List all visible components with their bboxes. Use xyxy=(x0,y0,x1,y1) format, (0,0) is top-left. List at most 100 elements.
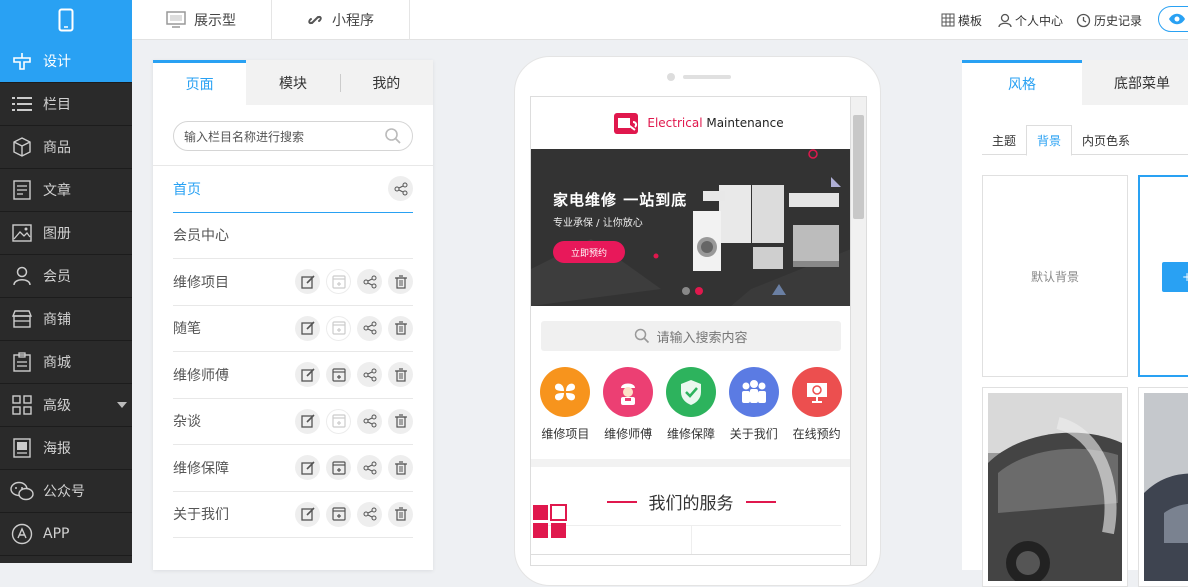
subtab-inner-colors[interactable]: 内页色系 xyxy=(1072,125,1140,155)
quick-nav-item[interactable]: 维修项目 xyxy=(534,367,596,442)
share-icon[interactable] xyxy=(357,408,382,434)
trash-icon[interactable] xyxy=(388,408,413,434)
scroll-thumb[interactable] xyxy=(853,115,864,219)
toolbox-logo-icon xyxy=(613,110,639,136)
copy-icon[interactable] xyxy=(326,315,351,341)
sidebar-item-article[interactable]: 文章 xyxy=(0,169,132,212)
preview-button[interactable] xyxy=(1158,6,1188,32)
page-search-placeholder: 输入栏目名称进行搜索 xyxy=(184,129,305,144)
sidebar-item-app[interactable]: APP xyxy=(0,513,132,556)
trash-icon[interactable] xyxy=(388,455,413,481)
quick-nav-item[interactable]: 维修保障 xyxy=(660,367,722,442)
copy-icon[interactable] xyxy=(326,269,351,295)
tab-mine[interactable]: 我的 xyxy=(339,60,433,105)
share-icon[interactable] xyxy=(357,315,382,341)
quick-nav-item[interactable]: 维修师傅 xyxy=(597,367,659,442)
quick-nav-item[interactable]: 在线预约 xyxy=(786,367,848,442)
sidebar-item-label: 商铺 xyxy=(43,312,71,328)
quick-nav-label: 维修项目 xyxy=(541,427,590,441)
page-list: 首页 会员中心 维修项目 随笔 维修师傅 杂谈 维修保障 关于我们 xyxy=(153,166,433,538)
page-row[interactable]: 杂谈 xyxy=(173,399,413,445)
page-row[interactable]: 首页 xyxy=(173,166,413,213)
preview-scrollbar[interactable] xyxy=(850,97,866,565)
sidebar-item-image[interactable]: 图册 xyxy=(0,212,132,255)
add-background-label: + xyxy=(1182,270,1188,284)
title-line-left xyxy=(606,500,637,503)
edit-icon[interactable] xyxy=(295,315,320,341)
sidebar-item-box[interactable]: 商品 xyxy=(0,126,132,169)
custom-background-option[interactable]: + xyxy=(1138,175,1188,377)
edit-icon[interactable] xyxy=(295,501,320,527)
sidebar-item-advanced[interactable]: 高级 xyxy=(0,384,132,427)
page-row[interactable]: 维修保障 xyxy=(173,445,413,492)
share-icon[interactable] xyxy=(357,501,382,527)
trash-icon[interactable] xyxy=(388,315,413,341)
sidebar-item-list[interactable]: 栏目 xyxy=(0,83,132,126)
subtab-theme[interactable]: 主题 xyxy=(982,125,1026,155)
tab-mini-program[interactable]: 小程序 xyxy=(272,0,410,40)
quick-nav-item[interactable]: 关于我们 xyxy=(723,367,785,442)
grid-widget-icon[interactable] xyxy=(532,504,568,540)
copy-icon[interactable] xyxy=(326,501,351,527)
page-row[interactable]: 随笔 xyxy=(173,306,413,352)
phone-tab-bar[interactable] xyxy=(531,554,851,565)
trash-icon[interactable] xyxy=(388,362,413,388)
tab-pages[interactable]: 页面 xyxy=(153,60,247,105)
sidebar-item-shop[interactable]: 商铺 xyxy=(0,298,132,341)
default-background-option[interactable]: 默认背景 xyxy=(982,175,1128,377)
site-search-placeholder: 请输入搜索内容 xyxy=(656,330,748,346)
share-icon[interactable] xyxy=(357,362,382,388)
people-icon xyxy=(728,367,779,417)
copy-icon[interactable] xyxy=(326,362,351,388)
tab-style[interactable]: 风格 xyxy=(962,60,1082,105)
member-icon xyxy=(10,264,34,288)
article-icon xyxy=(10,178,34,202)
section-gap xyxy=(531,459,851,467)
share-icon[interactable] xyxy=(388,176,413,202)
subtab-background[interactable]: 背景 xyxy=(1026,125,1073,156)
services-title: 我们的服务 xyxy=(531,489,851,514)
edit-icon[interactable] xyxy=(295,455,320,481)
sidebar-item-label: 商品 xyxy=(43,140,71,156)
sidebar-item-design[interactable]: 设计 xyxy=(0,40,132,83)
trash-icon[interactable] xyxy=(388,501,413,527)
history-button[interactable]: 历史记录 xyxy=(1076,0,1142,40)
car-background-option[interactable] xyxy=(982,387,1128,587)
share-icon[interactable] xyxy=(357,455,382,481)
page-row[interactable]: 维修项目 xyxy=(173,259,413,306)
edit-icon[interactable] xyxy=(295,362,320,388)
edit-icon[interactable] xyxy=(295,408,320,434)
site-logo[interactable]: Electrical Maintenance xyxy=(531,97,866,149)
add-background-button[interactable]: + xyxy=(1162,262,1188,292)
page-row[interactable]: 维修师傅 xyxy=(173,352,413,399)
trash-icon[interactable] xyxy=(388,269,413,295)
copy-icon[interactable] xyxy=(326,455,351,481)
mobile-device-icon[interactable] xyxy=(0,0,132,40)
sidebar-item-label: 设计 xyxy=(43,54,71,70)
design-icon xyxy=(10,49,34,73)
search-icon[interactable] xyxy=(384,127,402,145)
sidebar-item-poster[interactable]: 海报 xyxy=(0,427,132,470)
copy-icon[interactable] xyxy=(326,408,351,434)
sidebar-item-wechat[interactable]: 公众号 xyxy=(0,470,132,513)
template-button[interactable]: 模板 xyxy=(941,0,982,40)
page-row[interactable]: 关于我们 xyxy=(173,492,413,538)
caret-down-icon[interactable] xyxy=(117,402,127,408)
sidebar: 设计栏目商品文章 图册 会员商铺商城 高级 海报 公众号 APP xyxy=(0,40,132,563)
tab-modules[interactable]: 模块 xyxy=(246,60,339,105)
sidebar-item-mall[interactable]: 商城 xyxy=(0,341,132,384)
quick-nav: 维修项目 维修师傅 维修保障 关于我们 在线预约 xyxy=(531,367,851,442)
user-center-button[interactable]: 个人中心 xyxy=(998,0,1063,40)
book-now-button[interactable]: 立即预约 xyxy=(553,241,625,263)
page-search-input[interactable]: 输入栏目名称进行搜索 xyxy=(173,121,413,151)
phone-screen[interactable]: Electrical Maintenance 家电维修 一站到底 专业承保 / … xyxy=(530,96,867,566)
tab-bottom-menu[interactable]: 底部菜单 xyxy=(1082,60,1188,105)
banner[interactable]: 家电维修 一站到底 专业承保 / 让你放心 立即预约 xyxy=(531,149,851,306)
tab-display-type[interactable]: 展示型 xyxy=(132,0,272,40)
car-background-option-2[interactable] xyxy=(1138,387,1188,587)
sidebar-item-member[interactable]: 会员 xyxy=(0,255,132,298)
edit-icon[interactable] xyxy=(295,269,320,295)
share-icon[interactable] xyxy=(357,269,382,295)
page-row[interactable]: 会员中心 xyxy=(173,213,413,259)
site-search-input[interactable]: 请输入搜索内容 xyxy=(541,321,841,351)
